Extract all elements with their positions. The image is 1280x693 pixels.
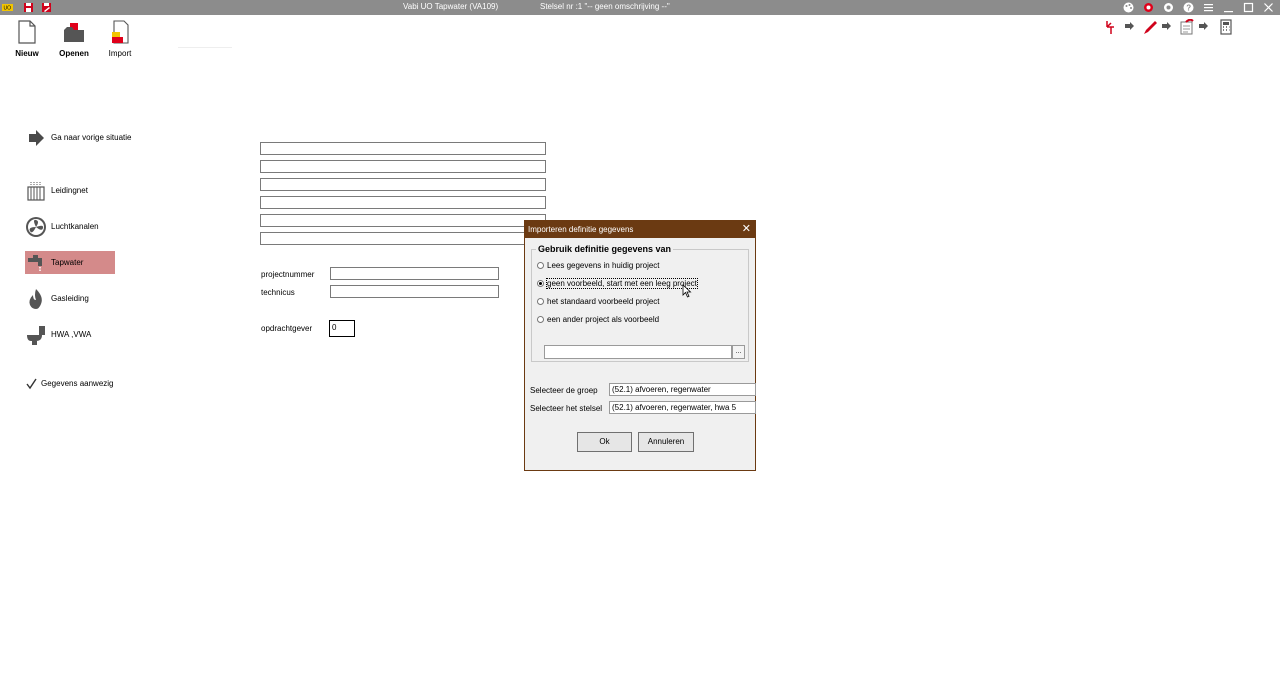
project-line-2-input[interactable] <box>260 160 546 173</box>
group-select[interactable]: (52.1) afvoeren, regenwater <box>609 383 756 396</box>
option-label: geen voorbeeld, start met een leeg proje… <box>546 278 698 289</box>
option-empty-project[interactable]: geen voorbeeld, start met een leeg proje… <box>537 278 698 289</box>
settings-gear-icon[interactable] <box>1142 1 1155 14</box>
maximize-icon[interactable] <box>1242 1 1255 14</box>
project-line-6-input[interactable] <box>260 232 546 245</box>
calculator-icon[interactable] <box>1219 19 1233 35</box>
pencil-icon[interactable] <box>1141 19 1173 35</box>
checkmark-icon <box>26 378 37 389</box>
help-icon[interactable]: ? <box>1182 1 1195 14</box>
select-stelsel-label: Selecteer het stelsel <box>530 404 603 413</box>
import-definition-dialog: Importeren definitie gegevens ✕ Gebruik … <box>524 220 756 471</box>
option-label: een ander project als voorbeeld <box>547 315 660 324</box>
sidebar-item-label: Luchtkanalen <box>51 222 99 231</box>
option-label: het standaard voorbeeld project <box>547 297 660 306</box>
save-as-icon[interactable] <box>41 2 52 13</box>
ok-button[interactable]: Ok <box>577 432 632 452</box>
project-path-input[interactable] <box>544 345 732 359</box>
sidebar-item-leidingnet[interactable]: Leidingnet <box>25 179 115 202</box>
palette-icon[interactable] <box>1122 1 1135 14</box>
technicus-label: technicus <box>261 288 295 297</box>
radio-button-selected[interactable] <box>537 280 544 287</box>
option-standard-example[interactable]: het standaard voorbeeld project <box>537 297 660 306</box>
open-label: Openen <box>59 49 89 58</box>
pipe-split-icon[interactable] <box>1104 19 1136 35</box>
new-button[interactable]: Nieuw <box>9 20 45 58</box>
svg-text:?: ? <box>1186 4 1191 13</box>
save-icon[interactable] <box>23 2 34 13</box>
menu-icon[interactable] <box>1202 1 1215 14</box>
back-to-previous-button[interactable]: Ga naar vorige situatie <box>25 126 145 149</box>
opdrachtgever-input[interactable]: 0 <box>329 320 355 337</box>
sidebar-item-tapwater[interactable]: Tapwater <box>25 251 115 274</box>
toilet-icon <box>27 325 45 345</box>
sidebar-item-gasleiding[interactable]: Gasleiding <box>25 287 115 310</box>
browse-button[interactable]: ... <box>732 345 745 359</box>
sidebar-item-label: Leidingnet <box>51 186 88 195</box>
project-line-1-input[interactable] <box>260 142 546 155</box>
fan-icon <box>26 216 46 237</box>
dialog-title-bar: Importeren definitie gegevens ✕ <box>525 221 755 238</box>
groupbox-title: Gebruik definitie gegevens van <box>536 244 674 254</box>
option-label: Lees gegevens in huidig project <box>547 261 660 270</box>
radio-button[interactable] <box>537 298 544 305</box>
sidebar-item-label: Gasleiding <box>51 294 89 303</box>
open-button[interactable]: Openen <box>56 20 92 58</box>
open-folder-icon <box>63 20 85 44</box>
title-bar: UO Vabi UO Tapwater (VA109) Stelsel nr :… <box>0 0 1280 15</box>
svg-text:UO: UO <box>4 6 12 12</box>
import-label: Import <box>108 49 132 58</box>
radiator-icon <box>27 181 45 201</box>
projectnummer-label: projectnummer <box>261 270 315 279</box>
new-document-icon <box>16 20 38 44</box>
new-label: Nieuw <box>15 49 39 58</box>
stelsel-info: Stelsel nr :1 "-- geen omschrijving --" <box>540 2 670 11</box>
sidebar-item-hwa-vwa[interactable]: HWA ,VWA <box>25 323 115 346</box>
ribbon-separator <box>178 47 232 48</box>
option-current-project[interactable]: Lees gegevens in huidig project <box>537 261 660 270</box>
dialog-close-icon[interactable]: ✕ <box>742 221 751 238</box>
projectnummer-input[interactable] <box>330 267 499 280</box>
import-icon <box>109 20 131 44</box>
source-groupbox: Gebruik definitie gegevens van Lees gege… <box>531 244 749 362</box>
technicus-input[interactable] <box>330 285 499 298</box>
minimize-icon[interactable] <box>1222 1 1235 14</box>
data-present-indicator: Gegevens aanwezig <box>25 372 135 395</box>
close-icon[interactable] <box>1262 1 1275 14</box>
project-line-4-input[interactable] <box>260 196 546 209</box>
faucet-icon <box>28 254 42 272</box>
radio-button[interactable] <box>537 262 544 269</box>
back-to-previous-label: Ga naar vorige situatie <box>51 133 132 142</box>
app-title: Vabi UO Tapwater (VA109) <box>403 2 499 11</box>
uo-logo-icon[interactable]: UO <box>2 2 13 13</box>
sidebar-item-label: Tapwater <box>51 258 84 267</box>
dialog-title: Importeren definitie gegevens <box>528 225 634 234</box>
notes-icon[interactable] <box>1178 19 1210 35</box>
sidebar-item-luchtkanalen[interactable]: Luchtkanalen <box>25 215 115 238</box>
arrow-right-icon <box>29 129 44 146</box>
sidebar-item-label: HWA ,VWA <box>51 330 92 339</box>
opdrachtgever-label: opdrachtgever <box>261 324 313 333</box>
radio-button[interactable] <box>537 316 544 323</box>
option-other-project[interactable]: een ander project als voorbeeld <box>537 315 659 324</box>
stelsel-select[interactable]: (52.1) afvoeren, regenwater, hwa 5 <box>609 401 756 414</box>
data-present-label: Gegevens aanwezig <box>41 379 114 388</box>
import-button[interactable]: Import <box>102 20 138 58</box>
flame-icon <box>29 288 42 309</box>
settings-gear-alt-icon[interactable] <box>1162 1 1175 14</box>
project-line-5-input[interactable] <box>260 214 546 227</box>
select-group-label: Selecteer de groep <box>530 386 598 395</box>
project-line-3-input[interactable] <box>260 178 546 191</box>
cancel-button[interactable]: Annuleren <box>638 432 694 452</box>
mouse-cursor-icon <box>682 284 692 298</box>
